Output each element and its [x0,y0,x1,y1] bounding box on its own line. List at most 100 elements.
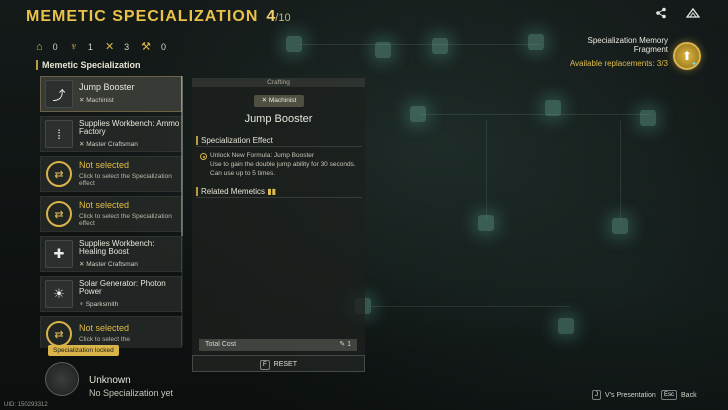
tree-link [486,120,487,220]
divider [196,146,362,147]
item-name: Jump Booster [79,82,135,93]
stat-hammer: ⚒ 0 [141,40,166,53]
tree-link [620,120,621,220]
fragment-replacements: Available replacements: 3/3 [569,59,668,68]
reset-button[interactable]: F RESET [192,355,365,372]
cost-value-wrap: ✎ 1 [339,341,351,348]
uid-label: UID: 150293312 [4,402,48,408]
memetic-icon: ▮▮ [267,187,277,196]
item-name: Not selected [79,159,130,170]
list-item[interactable]: ⇄ Not selected Click to select the Speci… [40,156,182,192]
item-sub: Click to select the Specialization effec… [79,172,172,187]
fragment-badge-icon: ✦ [691,61,697,68]
list-item[interactable]: ⇄ Not selected Click to select the Speci… [40,196,182,232]
hint-label: Back [681,391,697,399]
scrollbar-thumb[interactable] [181,76,183,236]
stat-wing: ♆ 1 [70,41,93,53]
stat-value: 0 [52,41,58,52]
list-title: Memetic Specialization [36,60,184,70]
ammo-icon: ⁞ [45,120,73,148]
item-name: Not selected [79,323,130,334]
detail-title: Jump Booster [244,113,313,125]
list-scrollbar[interactable] [181,76,183,346]
profile-name: Unknown [89,375,131,386]
item-role: ♆ Sparksmith [79,301,119,309]
swap-icon: ⇄ [46,161,72,187]
list-item[interactable]: ⤴ Jump Booster ✕ Machinist [40,76,182,112]
jump-icon: ⤴ [45,80,73,108]
specialization-list[interactable]: ⤴ Jump Booster ✕ Machinist ⁞ Supplies Wo… [40,76,182,348]
item-role-label: Sparksmith [85,301,119,309]
list-item[interactable]: ✚ Supplies Workbench: Healing Boost ✕ Ma… [40,236,182,272]
item-role-label: Master Craftsman [86,261,138,269]
item-name: Not selected [79,199,130,210]
stats-bar: ⌂ 0 ♆ 1 ✕ 3 ⚒ 0 [36,40,166,54]
wing-icon: ♆ [69,40,78,53]
effect-heading: Specialization Effect [196,136,273,145]
tree-node [432,38,448,54]
stat-house: ⌂ 0 [36,41,58,53]
stat-value: 0 [161,41,167,52]
house-icon: ⌂ [36,40,43,53]
bullet-icon [200,153,207,160]
item-name: Supplies Workbench: Ammo Factory [79,118,180,137]
fragment-title-line1: Specialization Memory [587,36,668,45]
tree-node [528,34,544,50]
list-item[interactable]: ⇄ Not selected Click to select the [40,316,182,348]
slot-icon-wrap: ⇄ [45,200,73,228]
list-item[interactable]: ☀ Solar Generator: Photon Power ♆ Sparks… [40,276,182,312]
top-right-actions [654,7,701,21]
syringe-icon: ✚ [45,240,73,268]
share-icon[interactable] [654,7,668,21]
item-role-label: Machinist [86,97,114,105]
fragment-title: Specialization Memory Fragment [548,36,668,54]
back-hint[interactable]: Esc Back [661,390,697,400]
page-header: MEMETIC SPECIALIZATION 4/10 [26,8,291,26]
divider [196,197,362,198]
list-item[interactable]: ⁞ Supplies Workbench: Ammo Factory ✕ Mas… [40,116,182,152]
tree-link [300,44,540,45]
stat-value: 1 [87,41,93,52]
item-name: Solar Generator: Photon Power [79,278,166,297]
role-chip: ✕ Machinist [254,95,304,107]
fragment-title-line2: Fragment [633,45,668,55]
stat-value: 3 [124,41,130,52]
page-title: MEMETIC SPECIALIZATION [26,8,259,25]
swap-icon: ⇄ [46,201,72,227]
item-sub: Click to select the [79,336,130,344]
swap-icon: ⇄ [46,321,72,347]
reset-key: F [259,360,270,370]
item-name: Supplies Workbench: Healing Boost [79,238,155,257]
avatar[interactable] [45,362,79,396]
related-heading-label: Related Memetics [201,187,266,196]
specialization-locked-tooltip: Specialization locked [48,345,119,356]
brand-icon[interactable] [685,7,701,21]
profile-status: No Specialization yet [89,388,174,398]
slot-icon-wrap: ⇄ [45,320,73,348]
cost-value: 1 [347,341,351,348]
specialization-count: 4/10 [266,8,290,26]
item-role-label: Master Craftsman [86,141,138,149]
item-role: ✕ Master Craftsman [79,261,138,269]
tree-node [640,110,656,126]
tools-icon: ✕ [104,41,115,53]
item-sub: Click to select the Specialization effec… [79,212,172,227]
presentation-hint[interactable]: J V's Presentation [592,390,656,400]
effect-text-block: Unlock New Formula: Jump Booster Use to … [200,152,362,178]
reset-label: RESET [273,361,297,368]
slot-icon-wrap: ⇄ [45,160,73,188]
effect-text: Unlock New Formula: Jump Booster Use to … [210,152,356,177]
count-current: 4 [266,8,276,25]
hint-label: V's Presentation [605,391,656,399]
cost-label: Total Cost [205,341,237,348]
tree-link [370,306,570,307]
solar-icon: ☀ [45,280,73,308]
hammer-icon: ⚒ [141,41,152,53]
count-total: /10 [275,12,291,24]
category-label: Crafting [192,78,365,87]
related-heading: Related Memetics ▮▮ [196,187,276,196]
item-role: ✕ Machinist [79,97,114,105]
item-role: ✕ Master Craftsman [79,141,138,149]
hint-key: Esc [661,390,678,400]
role-chip-label: Machinist [268,97,297,104]
